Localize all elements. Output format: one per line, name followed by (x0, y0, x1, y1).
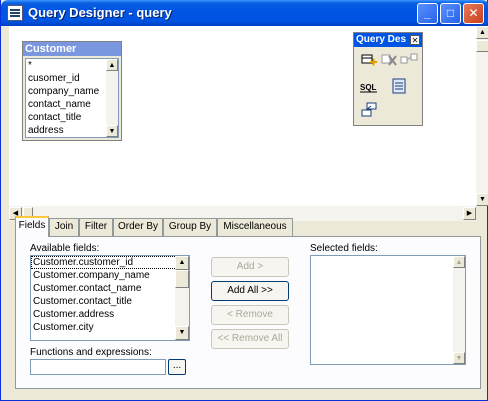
table-field[interactable]: cusomer_id (26, 72, 118, 85)
scroll-down-icon[interactable]: ▼ (175, 326, 189, 340)
table-title[interactable]: Customer (23, 42, 121, 56)
table-field[interactable]: company_name (26, 85, 118, 98)
available-fields-scrollbar[interactable]: ▲ ▼ (175, 256, 189, 340)
list-item[interactable]: Customer.company_name (31, 269, 189, 282)
list-item[interactable]: Customer.customer_id (31, 256, 189, 269)
title-bar[interactable]: Query Designer - query _ □ ✕ (1, 0, 488, 26)
tab-join[interactable]: Join (49, 218, 79, 236)
available-fields-list[interactable]: Customer.customer_id Customer.company_na… (30, 255, 190, 341)
list-item[interactable]: Customer.contact_title (31, 295, 189, 308)
scroll-down-icon[interactable]: ▼ (476, 193, 488, 206)
scroll-down-icon[interactable]: ▼ (453, 352, 465, 364)
fields-tab-panel: Available fields: Customer.customer_id C… (15, 236, 481, 389)
maximize-button[interactable]: □ (440, 3, 461, 24)
minimize-button[interactable]: _ (417, 3, 438, 24)
remove-table-icon[interactable] (380, 51, 398, 69)
functions-input[interactable] (30, 359, 166, 375)
add-table-icon[interactable] (360, 51, 378, 69)
table-field-list[interactable]: * cusomer_id company_name contact_name c… (25, 58, 119, 138)
functions-label: Functions and expressions: (30, 347, 152, 358)
functions-ellipsis-button[interactable]: ... (168, 359, 186, 375)
selected-fields-label: Selected fields: (310, 243, 378, 254)
available-fields-label: Available fields: (30, 243, 99, 254)
close-button[interactable]: ✕ (463, 3, 484, 24)
tab-order-by[interactable]: Order By (113, 218, 163, 236)
customer-table-window[interactable]: Customer * cusomer_id company_name conta… (22, 41, 122, 141)
selected-fields-list[interactable]: ▲ ▼ (310, 255, 466, 365)
scroll-up-icon[interactable]: ▲ (453, 256, 465, 268)
client-area: Customer * cusomer_id company_name conta… (5, 26, 485, 397)
scroll-right-icon[interactable]: ▶ (463, 207, 476, 220)
list-item[interactable]: Customer.city (31, 321, 189, 334)
table-field[interactable]: contact_title (26, 111, 118, 124)
tab-fields[interactable]: Fields (15, 216, 49, 237)
scroll-down-icon[interactable]: ▼ (106, 125, 118, 137)
table-field[interactable]: * (26, 59, 118, 72)
add-button[interactable]: Add > (211, 257, 289, 277)
remove-button[interactable]: < Remove (211, 305, 289, 325)
canvas-vertical-scrollbar[interactable]: ▲ ▼ (476, 26, 488, 206)
query-designer-window: Query Designer - query _ □ ✕ Customer * … (0, 0, 488, 401)
scroll-thumb[interactable] (476, 40, 488, 52)
run-query-icon[interactable] (360, 101, 378, 119)
svg-text:SQL: SQL (360, 83, 377, 92)
design-canvas[interactable]: Customer * cusomer_id company_name conta… (9, 26, 476, 206)
tab-filter[interactable]: Filter (79, 218, 113, 236)
tab-group-by[interactable]: Group By (163, 218, 217, 236)
app-icon (7, 5, 23, 21)
palette-close-icon[interactable]: ✕ (410, 35, 420, 45)
selected-fields-scrollbar[interactable]: ▲ ▼ (453, 256, 465, 364)
table-scrollbar[interactable]: ▲ ▼ (106, 59, 118, 137)
sql-icon[interactable]: SQL (360, 77, 378, 95)
tab-miscellaneous[interactable]: Miscellaneous (217, 218, 293, 236)
window-title: Query Designer - query (28, 5, 172, 20)
table-field[interactable]: contact_name (26, 98, 118, 111)
list-item[interactable]: Customer.contact_name (31, 282, 189, 295)
join-icon[interactable] (400, 51, 418, 69)
list-item[interactable]: Customer.address (31, 308, 189, 321)
properties-icon[interactable] (390, 77, 408, 95)
remove-all-button[interactable]: << Remove All (211, 329, 289, 349)
scroll-thumb[interactable] (175, 270, 189, 288)
scroll-up-icon[interactable]: ▲ (106, 59, 118, 71)
scroll-up-icon[interactable]: ▲ (476, 26, 488, 39)
scroll-up-icon[interactable]: ▲ (175, 256, 189, 270)
add-all-button[interactable]: Add All >> (211, 281, 289, 301)
query-designer-palette[interactable]: Query Des ✕ SQL (353, 32, 423, 126)
table-field[interactable]: address (26, 124, 118, 137)
